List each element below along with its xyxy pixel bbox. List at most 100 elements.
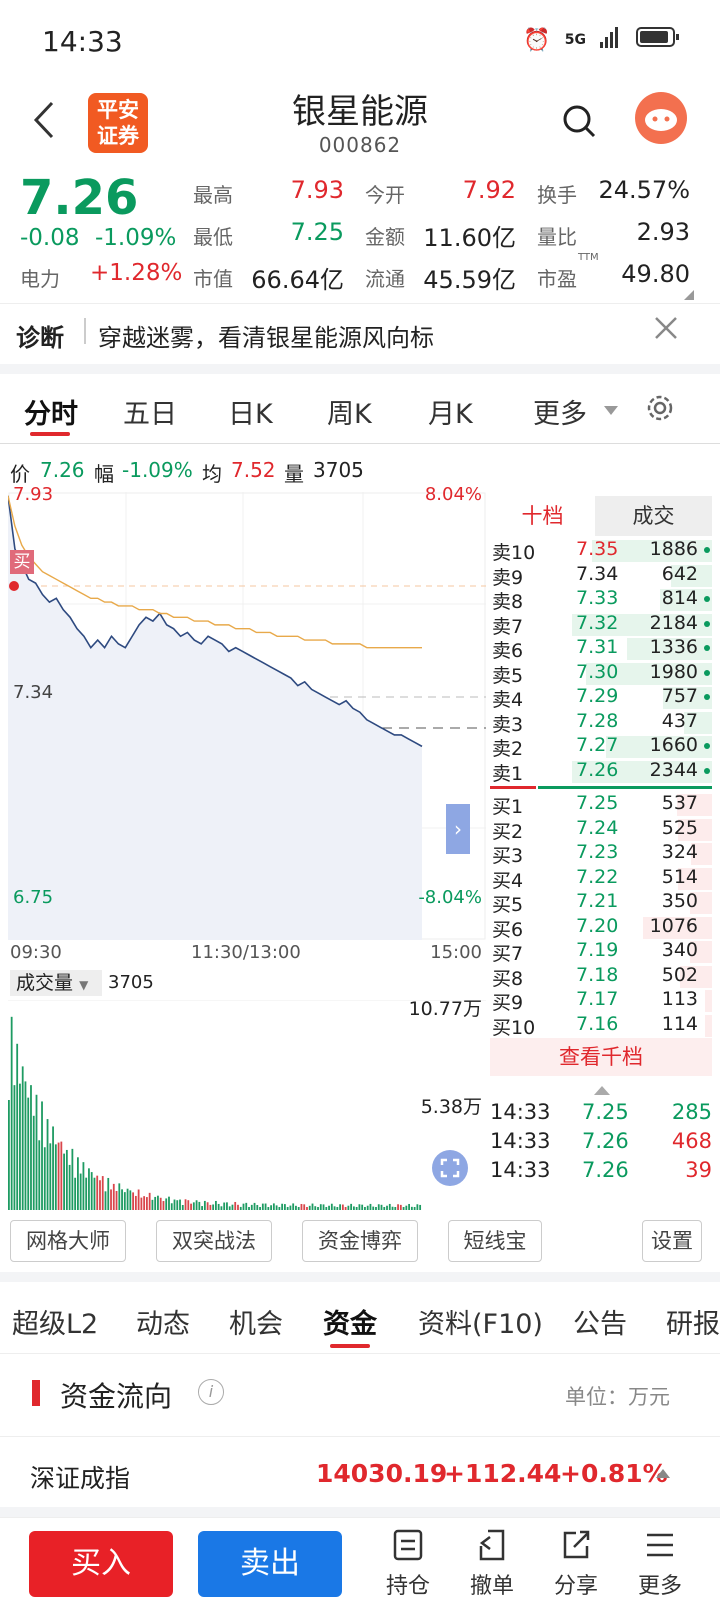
- volume-bar: [223, 1202, 226, 1210]
- volume-bar: [284, 1204, 286, 1210]
- tab-ten-levels[interactable]: 十档: [490, 496, 595, 536]
- volume-bar: [328, 1205, 330, 1210]
- index-ticker[interactable]: 深证成指 14030.19 +112.44 +0.81%: [0, 1437, 720, 1517]
- bid-row[interactable]: 买2 7.24 525: [490, 817, 712, 843]
- nav-holdings[interactable]: 持仓: [378, 1528, 438, 1600]
- volume-bar: [402, 1207, 405, 1210]
- close-icon[interactable]: [652, 314, 680, 346]
- volume-bar: [330, 1203, 333, 1210]
- search-icon[interactable]: [562, 104, 598, 144]
- volume-bar: [85, 1177, 88, 1210]
- grid-master-button[interactable]: 网格大师: [10, 1220, 126, 1262]
- bid-row[interactable]: 买7 7.19 340: [490, 939, 712, 965]
- volume-bar: [88, 1168, 90, 1210]
- tab-month-k[interactable]: 月K: [428, 392, 473, 431]
- level-volume: 113: [661, 988, 698, 1010]
- ask-row[interactable]: 卖1 7.26 2344: [490, 759, 712, 785]
- gear-icon[interactable]: [644, 392, 676, 428]
- bid-row[interactable]: 买5 7.21 350: [490, 890, 712, 916]
- ask-row[interactable]: 卖10 7.35 1886: [490, 538, 712, 564]
- intraday-chart[interactable]: 7.93 8.04% 6.75 -8.04% 7.34 买 ›: [7, 484, 486, 940]
- ask-row[interactable]: 卖7 7.32 2184: [490, 611, 712, 638]
- chevron-up-icon[interactable]: [656, 1469, 670, 1478]
- volume-bar: [134, 1195, 137, 1210]
- level-label: 卖3: [492, 713, 524, 736]
- volume-bar: [217, 1203, 220, 1210]
- tab-announcements[interactable]: 公告: [573, 1302, 627, 1341]
- level-label: 买9: [492, 992, 524, 1014]
- bid-row[interactable]: 买9 7.17 113: [490, 988, 712, 1014]
- volume-chart[interactable]: 10.77万 5.38万: [8, 998, 486, 1210]
- volume-bar: [339, 1204, 341, 1210]
- bid-row[interactable]: 买8 7.18 502: [490, 964, 712, 990]
- trade-price: 7.26: [582, 1158, 629, 1182]
- ask-row[interactable]: 卖5 7.30 1980: [490, 661, 712, 687]
- info-icon[interactable]: i: [198, 1379, 224, 1405]
- diagnosis-bar[interactable]: 诊断 穿越迷雾，看清银星能源风向标: [0, 304, 720, 374]
- level-label: 卖7: [492, 615, 524, 638]
- tab-week-k[interactable]: 周K: [327, 392, 372, 431]
- chart-top-pct: 8.04%: [424, 484, 482, 505]
- ask-row[interactable]: 卖8 7.33 814: [490, 587, 712, 613]
- volume-bar: [253, 1202, 256, 1210]
- ask-row[interactable]: 卖4 7.29 757: [490, 685, 712, 711]
- index-name: 深证成指: [30, 1464, 131, 1493]
- ask-row[interactable]: 卖2 7.27 1660: [490, 734, 712, 760]
- capital-game-button[interactable]: 资金博弈: [302, 1220, 418, 1262]
- tab-opportunity[interactable]: 机会: [229, 1302, 283, 1341]
- divider: [84, 318, 86, 344]
- signal-icon: [600, 26, 622, 54]
- volume-bar: [325, 1207, 328, 1210]
- buy-button[interactable]: 买入: [29, 1531, 173, 1597]
- bid-row[interactable]: 买4 7.22 514: [490, 866, 712, 892]
- assistant-avatar[interactable]: [635, 92, 687, 144]
- tab-day-k[interactable]: 日K: [228, 392, 273, 431]
- level-price: 7.32: [576, 611, 619, 634]
- bid-row[interactable]: 买10 7.16 114: [490, 1013, 712, 1039]
- tab-more[interactable]: 更多: [533, 392, 587, 431]
- sector-label[interactable]: 电力: [20, 263, 60, 292]
- volume-bar: [237, 1204, 239, 1210]
- diagnosis-text[interactable]: 穿越迷雾，看清银星能源风向标: [98, 318, 434, 353]
- short-term-button[interactable]: 短线宝: [448, 1220, 542, 1262]
- bid-row[interactable]: 买1 7.25 537: [490, 792, 712, 818]
- nav-share[interactable]: 分享: [546, 1528, 606, 1600]
- chart-tabs: 分时 五日 日K 周K 月K 更多: [0, 374, 720, 444]
- chevron-down-icon[interactable]: [604, 406, 618, 415]
- volume-value: 3705: [313, 458, 364, 482]
- ask-row[interactable]: 卖6 7.31 1336: [490, 636, 712, 662]
- chevron-right-icon[interactable]: ›: [446, 804, 470, 854]
- tab-news[interactable]: 动态: [136, 1302, 190, 1341]
- volume-bar: [259, 1207, 261, 1210]
- volume-bar: [308, 1205, 311, 1210]
- tab-f10[interactable]: 资料(F10): [418, 1302, 543, 1341]
- bid-row[interactable]: 买3 7.23 324: [490, 841, 712, 867]
- ask-row[interactable]: 卖3 7.28 437: [490, 710, 712, 736]
- tab-funds[interactable]: 资金: [323, 1302, 377, 1341]
- view-more-button[interactable]: 查看千档: [490, 1038, 712, 1076]
- volume-bar: [242, 1203, 245, 1210]
- buy-marker[interactable]: 买: [10, 550, 34, 574]
- fullscreen-icon[interactable]: [432, 1150, 468, 1186]
- volume-chart-svg: [8, 999, 486, 1210]
- tab-research[interactable]: 研报: [666, 1302, 720, 1341]
- ask-row[interactable]: 卖9 7.34 642: [490, 563, 712, 589]
- volume-bar: [10, 1016, 13, 1210]
- tab-five-day[interactable]: 五日: [123, 392, 177, 431]
- tab-intraday[interactable]: 分时: [24, 392, 78, 431]
- double-breakout-button[interactable]: 双突战法: [156, 1220, 272, 1262]
- volume-bar: [157, 1195, 159, 1210]
- nav-cancel[interactable]: 撤单: [462, 1528, 522, 1600]
- bid-row[interactable]: 买6 7.20 1076: [490, 915, 712, 941]
- settings-button[interactable]: 设置: [642, 1220, 702, 1262]
- chevron-up-icon[interactable]: [594, 1086, 610, 1095]
- volume-selector[interactable]: 成交量 ▼: [10, 970, 102, 996]
- volume-bar: [168, 1196, 170, 1210]
- sector-pct[interactable]: +1.28%: [90, 260, 182, 286]
- expand-corner-icon[interactable]: [684, 290, 694, 300]
- sell-button[interactable]: 卖出: [198, 1531, 342, 1597]
- tab-l2[interactable]: 超级L2: [12, 1302, 98, 1341]
- tab-trades[interactable]: 成交: [595, 496, 712, 536]
- nav-more[interactable]: 更多: [630, 1528, 690, 1600]
- dot-icon: [704, 694, 710, 700]
